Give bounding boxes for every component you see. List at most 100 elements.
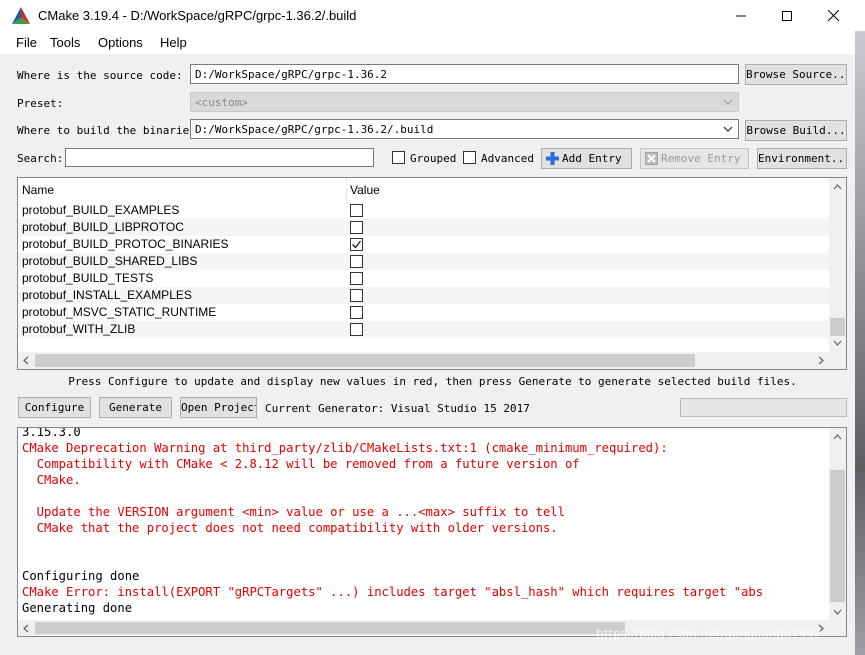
- entry-value-checkbox[interactable]: [350, 204, 363, 217]
- remove-entry-label: Remove Entry: [661, 152, 741, 165]
- table-row[interactable]: protobuf_INSTALL_EXAMPLES: [18, 287, 830, 304]
- table-row[interactable]: protobuf_WITH_ZLIB: [18, 321, 830, 338]
- column-header-name[interactable]: Name: [22, 183, 54, 197]
- scroll-up-icon[interactable]: [833, 434, 842, 440]
- source-label: Where is the source code:: [17, 69, 183, 82]
- scroll-right-icon[interactable]: [818, 356, 824, 365]
- scrollbar-thumb[interactable]: [35, 354, 695, 367]
- generate-button[interactable]: Generate: [99, 397, 172, 418]
- search-input[interactable]: [65, 148, 374, 167]
- entry-name: protobuf_BUILD_EXAMPLES: [22, 203, 180, 217]
- menu-help[interactable]: Help: [160, 35, 187, 50]
- entry-value-checkbox[interactable]: [350, 272, 363, 285]
- entry-name: protobuf_INSTALL_EXAMPLES: [22, 288, 192, 302]
- entry-name: protobuf_MSVC_STATIC_RUNTIME: [22, 305, 217, 319]
- build-path-value: D:/WorkSpace/gRPC/grpc-1.36.2/.build: [195, 123, 434, 136]
- watermark-text: https://blog.csdn.net/gongjianbo1992: [596, 627, 822, 641]
- preset-value: <custom>: [195, 96, 248, 109]
- chevron-down-icon[interactable]: [722, 123, 734, 135]
- advanced-checkbox[interactable]: [463, 151, 476, 164]
- output-line: Compatibility with CMake < 2.8.12 will b…: [22, 457, 580, 471]
- entry-name: protobuf_BUILD_SHARED_LIBS: [22, 254, 198, 268]
- close-button[interactable]: [810, 0, 856, 31]
- entry-name: protobuf_BUILD_TESTS: [22, 271, 154, 285]
- progress-bar: [680, 398, 847, 417]
- table-row[interactable]: protobuf_BUILD_PROTOC_BINARIES: [18, 236, 830, 253]
- cache-table[interactable]: Name Value protobuf_BUILD_EXAMPLESprotob…: [17, 177, 847, 370]
- menu-file[interactable]: File: [16, 35, 37, 50]
- column-header-value[interactable]: Value: [350, 183, 380, 197]
- entry-name: protobuf_WITH_ZLIB: [22, 322, 136, 336]
- output-line: 3.15.3.0: [22, 427, 81, 439]
- scroll-down-icon[interactable]: [833, 340, 842, 346]
- entry-value-checkbox[interactable]: [350, 238, 363, 251]
- plus-icon: [546, 152, 559, 165]
- preset-combo: <custom>: [190, 92, 739, 112]
- minimize-icon: [736, 15, 746, 16]
- table-header: Name Value: [18, 178, 830, 202]
- desktop-background: [855, 31, 865, 655]
- search-label: Search:: [17, 152, 64, 165]
- output-vertical-scrollbar[interactable]: [829, 428, 846, 621]
- add-entry-label: Add Entry: [562, 152, 622, 165]
- checkmark-icon: [352, 240, 362, 249]
- output-log[interactable]: 3.15.3.0 CMake Deprecation Warning at thi…: [17, 427, 847, 637]
- source-path-field[interactable]: D:/WorkSpace/gRPC/grpc-1.36.2: [190, 64, 739, 84]
- build-label: Where to build the binaries:: [17, 124, 203, 137]
- build-path-combo[interactable]: D:/WorkSpace/gRPC/grpc-1.36.2/.build: [190, 119, 739, 139]
- cmake-logo-icon: [12, 7, 30, 24]
- window-title: CMake 3.19.4 - D:/WorkSpace/gRPC/grpc-1.…: [38, 8, 357, 23]
- maximize-icon: [782, 10, 792, 21]
- scrollbar-thumb[interactable]: [830, 470, 845, 602]
- table-row[interactable]: protobuf_MSVC_STATIC_RUNTIME: [18, 304, 830, 321]
- browse-source-button[interactable]: Browse Source...: [745, 64, 847, 85]
- table-row[interactable]: protobuf_BUILD_TESTS: [18, 270, 830, 287]
- output-line: CMake that the project does not need com…: [22, 521, 558, 535]
- entry-name: protobuf_BUILD_PROTOC_BINARIES: [22, 237, 229, 251]
- output-line: CMake.: [22, 473, 81, 487]
- entry-value-checkbox[interactable]: [350, 221, 363, 234]
- output-line: CMake Error: install(EXPORT "gRPCTargets…: [22, 585, 764, 599]
- open-project-button[interactable]: Open Project: [180, 397, 257, 418]
- preset-label: Preset:: [17, 97, 64, 110]
- scroll-left-icon[interactable]: [23, 624, 29, 633]
- current-generator: Current Generator: Visual Studio 15 2017: [265, 402, 530, 415]
- configure-hint: Press Configure to update and display ne…: [68, 375, 797, 388]
- table-row[interactable]: protobuf_BUILD_SHARED_LIBS: [18, 253, 830, 270]
- add-entry-button[interactable]: Add Entry: [541, 148, 632, 169]
- menu-tools[interactable]: Tools: [50, 35, 80, 50]
- entry-value-checkbox[interactable]: [350, 306, 363, 319]
- output-line: Generating done: [22, 601, 133, 615]
- vertical-scrollbar[interactable]: [829, 178, 846, 352]
- scroll-up-icon[interactable]: [833, 184, 842, 190]
- minimize-button[interactable]: [718, 0, 764, 31]
- column-divider[interactable]: [346, 178, 347, 202]
- output-line: CMake Deprecation Warning at third_party…: [22, 441, 668, 455]
- browse-build-button[interactable]: Browse Build...: [745, 120, 847, 141]
- entry-name: protobuf_BUILD_LIBPROTOC: [22, 220, 184, 234]
- close-icon: [827, 10, 839, 21]
- scroll-left-icon[interactable]: [23, 356, 29, 365]
- remove-icon: [645, 152, 658, 165]
- scroll-down-icon[interactable]: [833, 609, 842, 615]
- remove-entry-button: Remove Entry: [640, 148, 749, 169]
- menu-options[interactable]: Options: [98, 35, 143, 50]
- grouped-label: Grouped: [410, 152, 457, 165]
- output-line: Update the VERSION argument <min> value …: [22, 505, 565, 519]
- horizontal-scrollbar[interactable]: [18, 352, 846, 369]
- table-row[interactable]: protobuf_BUILD_LIBPROTOC: [18, 219, 830, 236]
- entry-value-checkbox[interactable]: [350, 323, 363, 336]
- table-row[interactable]: protobuf_BUILD_EXAMPLES: [18, 202, 830, 219]
- scrollbar-thumb[interactable]: [35, 622, 625, 634]
- scrollbar-thumb[interactable]: [830, 318, 845, 336]
- configure-button[interactable]: Configure: [18, 397, 91, 418]
- chevron-down-icon: [723, 99, 733, 105]
- grouped-checkbox[interactable]: [392, 151, 405, 164]
- entry-value-checkbox[interactable]: [350, 255, 363, 268]
- output-line: Configuring done: [22, 569, 140, 583]
- maximize-button[interactable]: [764, 0, 810, 31]
- title-bar: CMake 3.19.4 - D:/WorkSpace/gRPC/grpc-1.…: [0, 0, 865, 31]
- environment-button[interactable]: Environment...: [757, 148, 847, 169]
- menu-bar: File Tools Options Help: [0, 31, 855, 54]
- entry-value-checkbox[interactable]: [350, 289, 363, 302]
